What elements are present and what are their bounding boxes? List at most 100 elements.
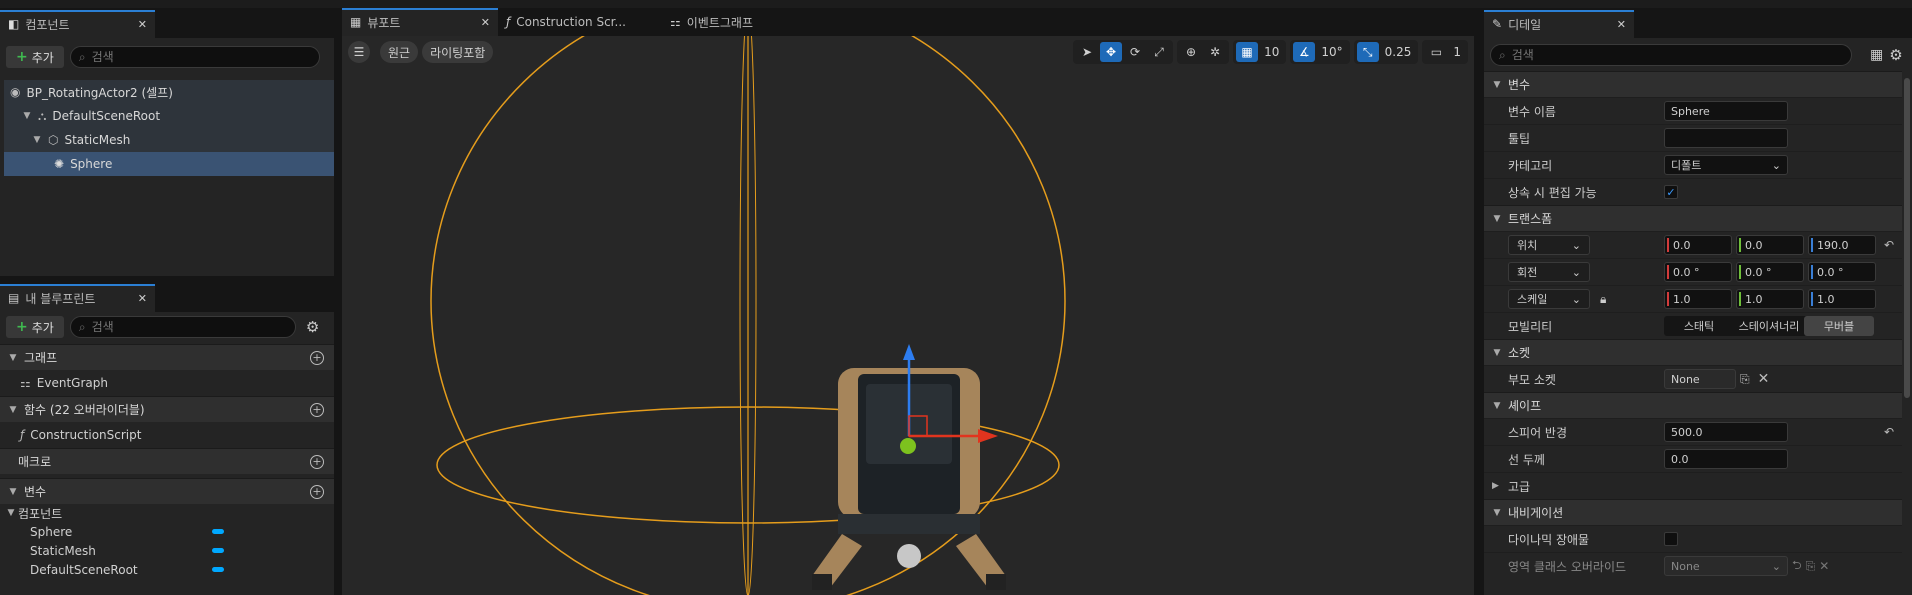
add-graph-icon[interactable]: + — [310, 350, 324, 365]
section-macros[interactable]: 매크로 + — [0, 448, 334, 474]
chevron-down-icon[interactable]: ▼ — [22, 111, 32, 121]
blueprint-search[interactable]: ⌕ — [69, 316, 296, 338]
blueprint-search-input[interactable] — [91, 320, 287, 334]
lock-icon[interactable]: 🔒︎ — [1600, 292, 1606, 307]
tab-details[interactable]: ✎ 디테일 ✕ — [1484, 10, 1634, 38]
variable-item[interactable]: StaticMesh — [0, 541, 334, 560]
viewport-options-button[interactable]: ☰ — [348, 41, 370, 63]
close-icon[interactable]: ✕ — [138, 292, 147, 305]
variable-name-field[interactable]: Sphere — [1664, 101, 1788, 121]
scale-z-field[interactable]: 1.0 — [1808, 289, 1876, 309]
gear-icon[interactable]: ⚙ — [1889, 46, 1902, 64]
grid-snap-icon[interactable]: ▦ — [1236, 42, 1259, 62]
section-functions[interactable]: ▼ 함수 (22 오버라이더블) + — [0, 396, 334, 422]
reset-arrow-icon[interactable]: ↶ — [1884, 238, 1894, 252]
close-icon[interactable]: ✕ — [138, 18, 147, 31]
area-class-dropdown[interactable]: None ⌄ — [1664, 556, 1788, 576]
tree-item-defaultsceneroot[interactable]: ▼ ⛬ DefaultSceneRoot — [4, 104, 334, 128]
scale-mode-icon[interactable]: ⤢ — [1148, 42, 1170, 62]
add-component-button[interactable]: + 추가 — [6, 46, 64, 68]
clear-icon[interactable]: ✕ — [1819, 559, 1829, 573]
inherit-checkbox[interactable]: ✓ — [1664, 185, 1678, 199]
chevron-down-icon[interactable]: ▼ — [32, 135, 42, 145]
rotation-y-field[interactable]: 0.0 ° — [1736, 262, 1804, 282]
section-shape[interactable]: ▼ 셰이프 — [1484, 392, 1902, 418]
section-transform[interactable]: ▼ 트랜스폼 — [1484, 205, 1902, 231]
location-dropdown[interactable]: 위치 ⌄ — [1508, 235, 1590, 255]
components-search[interactable]: ⌕ — [69, 46, 320, 68]
add-blueprint-button[interactable]: + 추가 — [6, 316, 64, 338]
mobility-stationary-option[interactable]: 스테이셔너리 — [1734, 316, 1804, 336]
variable-item[interactable]: Sphere — [0, 522, 334, 541]
list-item-constructionscript[interactable]: ƒ ConstructionScript — [0, 422, 334, 448]
list-item-eventgraph[interactable]: ⚏ EventGraph — [0, 370, 334, 396]
location-y-field[interactable]: 0.0 — [1736, 235, 1804, 255]
camera-icon[interactable]: ▭ — [1425, 42, 1447, 62]
browse-icon[interactable]: ⎘ — [1740, 372, 1750, 387]
section-variables[interactable]: ▼ 변수 + — [0, 478, 334, 504]
rotation-dropdown[interactable]: 회전 ⌄ — [1508, 262, 1590, 282]
variable-item[interactable]: DefaultSceneRoot — [0, 560, 334, 579]
line-thickness-field[interactable]: 0.0 — [1664, 449, 1788, 469]
rotation-x-field[interactable]: 0.0 ° — [1664, 262, 1732, 282]
scale-snap-icon[interactable]: ⤡ — [1356, 42, 1379, 62]
use-selected-icon[interactable]: ⮌ — [1792, 556, 1802, 577]
add-function-icon[interactable]: + — [310, 402, 324, 417]
location-x-field[interactable]: 0.0 — [1664, 235, 1732, 255]
clear-icon[interactable]: ✕ — [1758, 371, 1770, 387]
tab-construction-script[interactable]: ƒ Construction Scr... — [498, 8, 658, 36]
reset-arrow-icon[interactable]: ↶ — [1884, 425, 1894, 439]
scale-dropdown[interactable]: 스케일 ⌄ — [1508, 289, 1590, 309]
row-advanced[interactable]: ▶ 고급 — [1484, 472, 1902, 499]
viewport-scene[interactable] — [342, 36, 1474, 595]
tab-my-blueprint[interactable]: ▤ 내 블루프린트 ✕ — [0, 284, 155, 312]
close-icon[interactable]: ✕ — [481, 16, 490, 29]
add-macro-icon[interactable]: + — [310, 454, 324, 469]
select-mode-icon[interactable]: ➤ — [1076, 42, 1098, 62]
section-navigation[interactable]: ▼ 내비게이션 — [1484, 499, 1902, 525]
sphere-radius-field[interactable]: 500.0 — [1664, 422, 1788, 442]
surface-snap-icon[interactable]: ✲ — [1204, 42, 1226, 62]
camera-speed-value[interactable]: 1 — [1449, 45, 1465, 59]
details-scrollbar[interactable] — [1904, 78, 1910, 398]
close-icon[interactable]: ✕ — [1617, 18, 1626, 31]
lighting-mode-button[interactable]: 라이팅포함 — [422, 41, 494, 63]
scale-x-field[interactable]: 1.0 — [1664, 289, 1732, 309]
tab-components[interactable]: ◧ 컴포넌트 ✕ — [0, 10, 155, 38]
rotate-mode-icon[interactable]: ⟳ — [1124, 42, 1146, 62]
gear-icon[interactable]: ⚙ — [306, 318, 319, 336]
location-z-field[interactable]: 190.0 — [1808, 235, 1876, 255]
tree-item-self[interactable]: ◉ BP_RotatingActor2 (셀프) — [4, 80, 334, 104]
viewport-panel[interactable]: ▦ 뷰포트 ✕ ƒ Construction Scr... ⚏ 이벤트그래프 ☰… — [342, 8, 1474, 595]
rotation-snap-icon[interactable]: ∡ — [1293, 42, 1316, 62]
scale-y-field[interactable]: 1.0 — [1736, 289, 1804, 309]
rotation-snap-value[interactable]: 10° — [1317, 45, 1346, 59]
perspective-button[interactable]: 원근 — [380, 41, 419, 63]
section-graph[interactable]: ▼ 그래프 + — [0, 344, 334, 370]
rotation-z-field[interactable]: 0.0 ° — [1808, 262, 1876, 282]
details-search[interactable]: ⌕ — [1490, 44, 1852, 66]
details-search-input[interactable] — [1511, 48, 1843, 62]
category-dropdown[interactable]: 디폴트 ⌄ — [1664, 155, 1788, 175]
tree-item-sphere[interactable]: ✺ Sphere — [4, 152, 334, 176]
section-socket[interactable]: ▼ 소켓 — [1484, 339, 1902, 365]
top-strip — [0, 0, 1912, 8]
mobility-static-option[interactable]: 스태틱 — [1664, 316, 1734, 336]
components-search-input[interactable] — [91, 50, 311, 64]
variable-category[interactable]: ▼ 컴포넌트 — [0, 504, 334, 522]
grid-snap-value[interactable]: 10 — [1260, 45, 1283, 59]
add-variable-icon[interactable]: + — [310, 484, 324, 499]
browse-icon[interactable]: ⎘ — [1806, 559, 1816, 574]
table-view-icon[interactable]: ▦ — [1870, 47, 1883, 63]
world-space-icon[interactable]: ⊕ — [1180, 42, 1202, 62]
tab-viewport[interactable]: ▦ 뷰포트 ✕ — [342, 8, 498, 36]
tab-event-graph[interactable]: ⚏ 이벤트그래프 — [662, 8, 812, 36]
dynamic-obstacle-checkbox[interactable] — [1664, 532, 1678, 546]
tooltip-field[interactable] — [1664, 128, 1788, 148]
parent-socket-field[interactable]: None — [1664, 369, 1736, 389]
tree-item-staticmesh[interactable]: ▼ ⬡ StaticMesh — [4, 128, 334, 152]
section-variable[interactable]: ▼ 변수 — [1484, 71, 1902, 97]
move-mode-icon[interactable]: ✥ — [1100, 42, 1123, 62]
mobility-movable-option[interactable]: 무버블 — [1804, 316, 1874, 336]
scale-snap-value[interactable]: 0.25 — [1381, 45, 1416, 59]
